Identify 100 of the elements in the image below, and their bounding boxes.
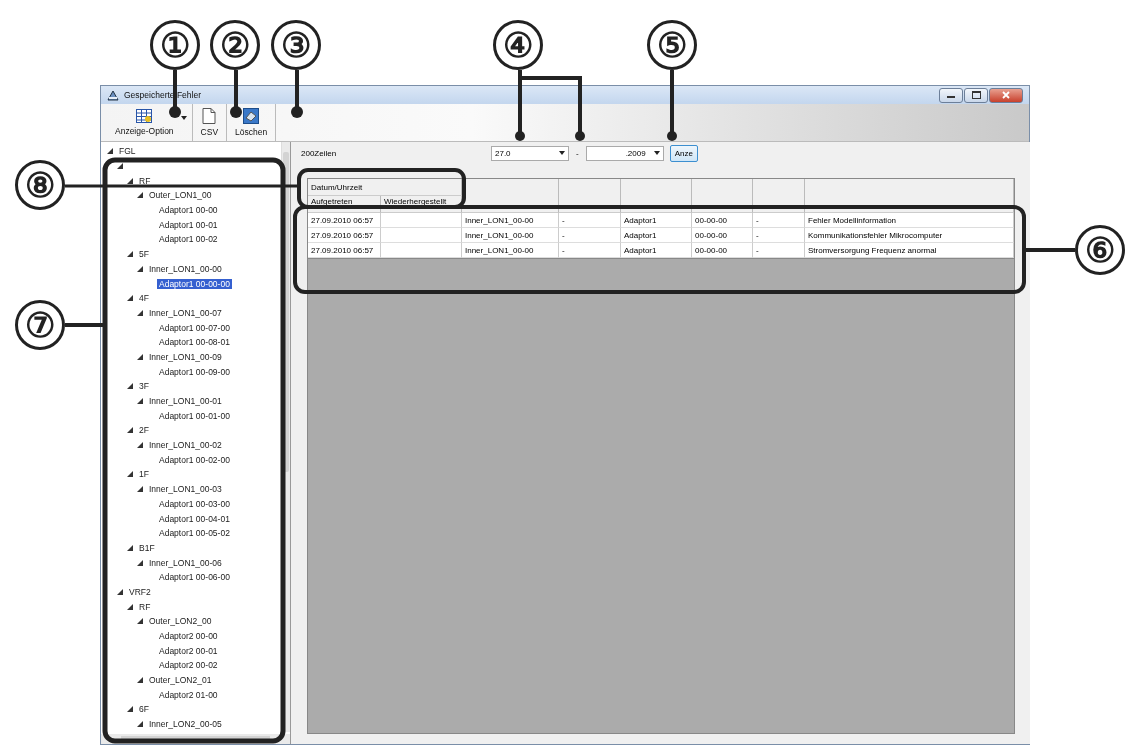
- tree-item[interactable]: Adaptor1 00-09-00: [157, 366, 232, 377]
- callout-line: [65, 323, 105, 327]
- restore-button[interactable]: [964, 87, 988, 103]
- tree-item[interactable]: Adaptor1 00-00: [157, 205, 220, 216]
- tree-item[interactable]: Adaptor2 00-01: [157, 645, 220, 656]
- callout-number: ⑤: [647, 20, 697, 70]
- show-button[interactable]: Anze: [669, 144, 698, 162]
- expanded-arrow-icon[interactable]: [137, 442, 143, 449]
- tree-item[interactable]: Adaptor1 00-07-00: [157, 322, 232, 333]
- callout-number: ⑧: [15, 160, 65, 210]
- tree-item[interactable]: Adaptor1 00-02-00: [157, 454, 232, 465]
- tree-item[interactable]: Inner_LON1_00-00: [147, 263, 224, 274]
- dropdown-arrow-icon: [559, 151, 565, 155]
- tree-item[interactable]: RF: [137, 175, 153, 186]
- expanded-arrow-icon[interactable]: [137, 398, 143, 405]
- tree-item[interactable]: Adaptor1 00-01-00: [157, 410, 232, 421]
- tree-item[interactable]: 5F: [137, 249, 151, 260]
- expanded-arrow-icon[interactable]: [127, 603, 133, 610]
- toolbar-button[interactable]: CSV: [192, 104, 228, 141]
- window-title: Gespeicherte Fehler: [124, 90, 201, 100]
- expanded-arrow-icon[interactable]: [137, 192, 143, 199]
- callout-line: [667, 70, 677, 141]
- tree-item[interactable]: Inner_LON1_00-02: [147, 440, 224, 451]
- tree-item[interactable]: Adaptor1 00-08-01: [157, 337, 232, 348]
- tree-item[interactable]: Adaptor2 00-02: [157, 660, 220, 671]
- expanded-arrow-icon[interactable]: [137, 486, 143, 493]
- tree-item[interactable]: RF: [137, 601, 153, 612]
- expanded-arrow-icon[interactable]: [127, 471, 133, 478]
- expanded-arrow-icon[interactable]: [137, 353, 143, 360]
- tree-item[interactable]: 2F: [137, 425, 151, 436]
- tree-item[interactable]: Adaptor2 00-00: [157, 631, 220, 642]
- tree-item[interactable]: Inner_LON1_00-06: [147, 557, 224, 568]
- tree-item[interactable]: 3F: [137, 381, 151, 392]
- expanded-arrow-icon[interactable]: [117, 588, 123, 595]
- tree-item[interactable]: 1F: [137, 469, 151, 480]
- document-icon: [202, 108, 217, 124]
- tree-item[interactable]: B1F: [137, 542, 157, 553]
- tree-item[interactable]: VRF2: [127, 586, 153, 597]
- table-cell: Inner_LON1_00-00: [462, 243, 559, 258]
- expanded-arrow-icon[interactable]: [127, 251, 133, 258]
- callout-number: ③: [271, 20, 321, 70]
- date-separator: -: [576, 148, 579, 158]
- date-to-dropdown[interactable]: .2009: [585, 145, 664, 161]
- expanded-arrow-icon[interactable]: [127, 544, 133, 551]
- app-icon: [107, 89, 119, 101]
- table-icon: [136, 109, 153, 123]
- expanded-arrow-icon[interactable]: [127, 383, 133, 390]
- expanded-arrow-icon[interactable]: [127, 427, 133, 434]
- callout-number: ⑦: [15, 300, 65, 350]
- close-button[interactable]: [989, 87, 1023, 103]
- expanded-arrow-icon[interactable]: [137, 309, 143, 316]
- callout-number: ①: [150, 20, 200, 70]
- tree-item[interactable]: Inner_LON1_00-01: [147, 396, 224, 407]
- tree-item[interactable]: Adaptor1 00-02: [157, 234, 220, 245]
- tree-item[interactable]: Adaptor1 00-04-01: [157, 513, 232, 524]
- expanded-arrow-icon[interactable]: [127, 706, 133, 713]
- callout-number: ②: [210, 20, 260, 70]
- callout-line: [1026, 248, 1075, 252]
- tree-item[interactable]: Adaptor2 01-00: [157, 689, 220, 700]
- tree-item[interactable]: Outer_LON2_01: [147, 675, 214, 686]
- tree-item[interactable]: Adaptor1 00-03-00: [157, 498, 232, 509]
- expanded-arrow-icon[interactable]: [127, 177, 133, 184]
- table-cell: 00-00-00: [692, 243, 753, 258]
- tree-item[interactable]: FGL: [117, 146, 138, 157]
- tree-item[interactable]: 4F: [137, 293, 151, 304]
- expanded-arrow-icon[interactable]: [127, 295, 133, 302]
- callout-line: [291, 70, 303, 118]
- minimize-button[interactable]: [939, 87, 963, 103]
- expanded-arrow-icon[interactable]: [117, 163, 123, 170]
- date-from-dropdown[interactable]: 27.0: [491, 145, 569, 161]
- expanded-arrow-icon[interactable]: [137, 559, 143, 566]
- table-cell: -: [753, 243, 805, 258]
- expanded-arrow-icon[interactable]: [107, 148, 113, 155]
- tree-item[interactable]: Adaptor1 00-05-02: [157, 528, 232, 539]
- close-icon: [1002, 91, 1010, 99]
- tree-item[interactable]: Adaptor1 00-00-00: [157, 278, 232, 289]
- callout-number: ⑥: [1075, 225, 1125, 275]
- table-cell: -: [559, 243, 621, 258]
- vertical-scrollbar[interactable]: [281, 142, 290, 732]
- column-header[interactable]: Datum/Uhrzeit: [308, 179, 462, 196]
- tree-item[interactable]: Outer_LON1_00: [147, 190, 214, 201]
- tree-item[interactable]: Adaptor1 00-01: [157, 219, 220, 230]
- horizontal-scrollbar[interactable]: [101, 734, 290, 744]
- tree-item[interactable]: Adaptor1 00-06-00: [157, 572, 232, 583]
- tree-item[interactable]: 6F: [137, 704, 151, 715]
- tree-item[interactable]: Inner_LON1_00-07: [147, 307, 224, 318]
- expanded-arrow-icon[interactable]: [137, 721, 143, 728]
- table-cell: Stromversorgung Frequenz anormal: [805, 243, 1014, 258]
- expanded-arrow-icon[interactable]: [137, 618, 143, 625]
- eraser-icon: [243, 108, 260, 124]
- callout-line: [230, 70, 242, 118]
- tree-item[interactable]: Outer_LON2_00: [147, 616, 214, 627]
- expanded-arrow-icon[interactable]: [137, 265, 143, 272]
- table-cell: 27.09.2010 06:57: [308, 243, 381, 258]
- tree-item[interactable]: Inner_LON1_00-03: [147, 484, 224, 495]
- expanded-arrow-icon[interactable]: [137, 677, 143, 684]
- dropdown-arrow-icon[interactable]: [180, 116, 187, 120]
- row-count-label: 200Zeilen: [301, 148, 338, 158]
- tree-item[interactable]: Inner_LON1_00-09: [147, 351, 224, 362]
- tree-item[interactable]: Inner_LON2_00-05: [147, 719, 224, 730]
